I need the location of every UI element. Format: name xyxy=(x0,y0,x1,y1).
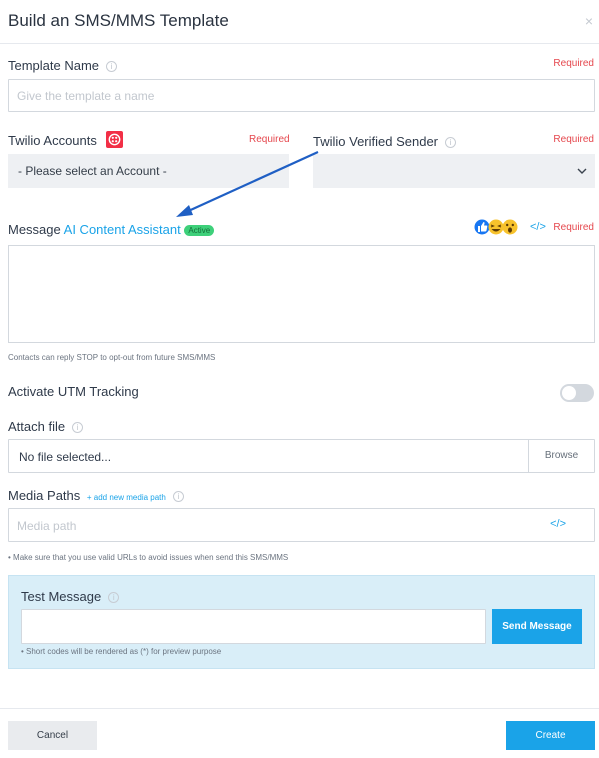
short-codes-note: • Short codes will be rendered as (*) fo… xyxy=(21,647,222,656)
info-icon: i xyxy=(172,491,184,502)
message-label-text: Message xyxy=(8,222,61,237)
attach-file-label: Attach file i xyxy=(8,419,84,434)
utm-tracking-label: Activate UTM Tracking xyxy=(8,384,139,399)
toggle-knob xyxy=(562,386,576,400)
media-paths-label: Media Paths + add new media path i xyxy=(8,488,184,503)
media-paths-label-text: Media Paths xyxy=(8,488,81,503)
attach-file-label-text: Attach file xyxy=(8,419,66,434)
laughing-icon xyxy=(488,219,504,235)
status-badge: Active xyxy=(184,225,215,236)
message-required: Required xyxy=(553,222,594,233)
code-icon[interactable]: </> xyxy=(550,518,566,530)
attach-file-value: No file selected... xyxy=(19,450,112,464)
message-textarea[interactable] xyxy=(8,245,595,343)
test-message-label-text: Test Message xyxy=(21,589,102,604)
opt-out-note: Contacts can reply STOP to opt-out from … xyxy=(8,353,216,362)
surprised-icon xyxy=(502,219,518,235)
message-label: Message AI Content Assistant Active xyxy=(8,222,215,237)
test-phone-input[interactable] xyxy=(21,609,486,644)
info-icon: i xyxy=(108,592,120,603)
emoji-reactions[interactable] xyxy=(474,218,520,236)
add-media-path-link[interactable]: + add new media path xyxy=(87,493,166,502)
browse-button[interactable]: Browse xyxy=(528,440,594,472)
send-message-button[interactable]: Send Message xyxy=(492,609,582,644)
media-path-placeholder: Media path xyxy=(17,519,77,533)
attach-file-input[interactable]: No file selected... Browse xyxy=(8,439,595,473)
ai-content-assistant-link[interactable]: AI Content Assistant xyxy=(64,222,181,237)
info-icon: i xyxy=(72,422,84,433)
test-message-label: Test Message i xyxy=(21,589,120,604)
cancel-button[interactable]: Cancel xyxy=(8,721,97,750)
media-paths-note: • Make sure that you use valid URLs to a… xyxy=(8,553,289,562)
footer-divider xyxy=(0,708,599,709)
code-icon[interactable]: </> xyxy=(530,221,546,233)
create-button[interactable]: Create xyxy=(506,721,595,750)
utm-tracking-toggle[interactable] xyxy=(560,384,594,402)
thumbs-up-icon xyxy=(474,219,490,235)
media-path-input[interactable]: Media path </> xyxy=(8,508,595,542)
